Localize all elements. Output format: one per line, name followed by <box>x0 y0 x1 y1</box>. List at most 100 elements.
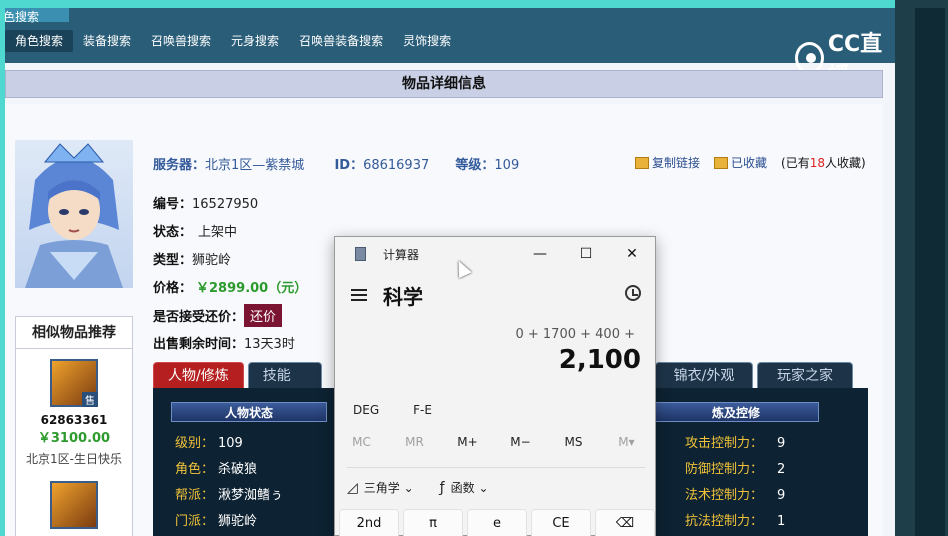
nav-role-search[interactable]: 角色搜索 <box>5 30 74 52</box>
control-label: 法术控制力： <box>685 488 764 503</box>
control-row: 法术控制力： 9 <box>685 484 785 503</box>
detail-tabs: 人物/修炼 技能 <box>153 362 322 388</box>
memory-list-button[interactable]: M▾ <box>600 435 653 449</box>
nav-equipment-search[interactable]: 装备搜索 <box>73 30 141 52</box>
stat-row: 角色： 杀破狼 <box>175 458 257 477</box>
calculator-title: 计算器 <box>383 248 420 262</box>
angle-mode-row: DEG F-E <box>353 403 432 417</box>
triangle-icon: ◿ <box>347 480 358 496</box>
control-value: 2 <box>777 462 786 477</box>
memory-subtract-button[interactable]: M− <box>494 435 547 449</box>
status-section-header: 人物状态 <box>171 402 327 422</box>
avatar-illustration <box>25 143 123 288</box>
function-dropdown[interactable]: ƒ 函数 ⌄ <box>440 479 489 496</box>
sell-badge: 售 <box>82 392 98 407</box>
close-button[interactable]: ✕ <box>609 241 655 267</box>
price-row: 价格： ￥2899.00（元） <box>153 277 307 296</box>
trig-label: 三角学 <box>363 481 400 495</box>
remaining-row: 出售剩余时间：13天3时 <box>153 333 295 352</box>
control-row: 攻击控制力： 9 <box>685 432 785 451</box>
calculator-result: 2,100 <box>558 345 641 375</box>
right-frame-inner <box>915 8 945 536</box>
menu-icon[interactable] <box>351 289 367 301</box>
tab-skills[interactable]: 技能 <box>247 362 322 388</box>
tab-player-home[interactable]: 玩家之家 <box>757 362 853 388</box>
detail-tabs-right: 锦衣/外观 玩家之家 <box>655 362 853 388</box>
calculator-window: 计算器 — ☐ ✕ 科学 0 + 1700 + 400 + 2,100 DEG … <box>334 236 656 536</box>
bargain-label: 是否接受还价： <box>153 310 245 325</box>
backspace-key[interactable]: ⌫ <box>595 509 655 536</box>
maximize-button[interactable]: ☐ <box>563 241 609 267</box>
copy-link-icon <box>635 156 649 169</box>
type-row: 类型：狮驼岭 <box>153 249 231 268</box>
level-value: 109 <box>494 158 520 173</box>
calculator-mode-row: 科学 <box>335 281 657 311</box>
memory-store-button[interactable]: MS <box>547 435 600 449</box>
similar-item-price: ￥3100.00 <box>37 431 111 446</box>
nav-bar: 角色搜索 装备搜索 召唤兽搜索 元身搜索 召唤兽装备搜索 灵饰搜索 <box>5 30 461 52</box>
fav-number: 18 <box>809 156 825 170</box>
id-value: 68616937 <box>363 158 430 173</box>
trig-dropdown[interactable]: ◿ 三角学 ⌄ <box>347 479 414 496</box>
stat-label: 帮派： <box>175 488 215 503</box>
control-label: 攻击控制力： <box>685 436 764 451</box>
pi-key[interactable]: π <box>403 509 463 536</box>
nav-pet-equipment-search[interactable]: 召唤兽装备搜索 <box>289 30 393 52</box>
control-row: 防御控制力： 2 <box>685 458 785 477</box>
similar-items-title: 相似物品推荐 <box>16 317 132 349</box>
fav-suffix: 人收藏) <box>825 156 866 170</box>
status-label: 状态： <box>153 225 193 240</box>
similar-item-thumbnail[interactable]: 售 <box>50 359 98 407</box>
number-value: 16527950 <box>192 197 259 212</box>
server-label: 服务器： <box>153 158 206 173</box>
history-icon[interactable] <box>625 285 641 301</box>
server-value: 北京1区—紫禁城 <box>205 158 305 173</box>
control-section-header: 炼及控修 <box>653 402 819 422</box>
type-label: 类型： <box>153 253 193 268</box>
nav-pet-search[interactable]: 召唤兽搜索 <box>141 30 221 52</box>
function-row: ◿ 三角学 ⌄ ƒ 函数 ⌄ <box>347 479 489 496</box>
memory-row: MC MR M+ M− MS M▾ <box>335 435 657 449</box>
similar-item-server: 北京1区-生日快乐 <box>26 452 122 466</box>
nav-lingshi-search[interactable]: 灵饰搜索 <box>393 30 461 52</box>
minimize-button[interactable]: — <box>517 241 563 267</box>
similar-item-id: 62863361 <box>40 413 108 427</box>
second-key[interactable]: 2nd <box>339 509 399 536</box>
bargain-button[interactable]: 还价 <box>244 304 283 327</box>
memory-clear-button[interactable]: MC <box>335 435 388 449</box>
tab-costume[interactable]: 锦衣/外观 <box>655 362 753 388</box>
control-value: 1 <box>777 514 786 529</box>
server-info: 服务器：北京1区—紫禁城 ID：68616937 等级：109 <box>153 154 519 173</box>
control-value: 9 <box>777 436 786 451</box>
similar-items-panel: 相似物品推荐 售 62863361 ￥3100.00 北京1区-生日快乐 <box>15 316 133 536</box>
id-label: ID： <box>334 158 364 173</box>
remaining-label: 出售剩余时间： <box>153 337 245 352</box>
tab-character[interactable]: 人物/修炼 <box>153 362 244 388</box>
level-label: 等级： <box>455 158 495 173</box>
memory-add-button[interactable]: M+ <box>441 435 494 449</box>
e-key[interactable]: e <box>467 509 527 536</box>
deg-button[interactable]: DEG <box>353 403 379 417</box>
memory-recall-button[interactable]: MR <box>388 435 441 449</box>
favorite-button[interactable]: 已收藏 <box>714 154 767 171</box>
item-actions: 复制链接 已收藏 (已有18人收藏) <box>635 154 866 171</box>
favorite-count: (已有18人收藏) <box>781 154 866 171</box>
stat-row: 级别： 109 <box>175 432 243 451</box>
divider <box>347 467 645 468</box>
price-label: 价格： <box>153 281 193 296</box>
calculator-expression: 0 + 1700 + 400 + <box>515 327 635 342</box>
similar-item[interactable]: 售 62863361 ￥3100.00 北京1区-生日快乐 <box>16 349 132 529</box>
control-label: 防御控制力： <box>685 462 764 477</box>
stat-value: 狮驼岭 <box>218 514 258 529</box>
status-row: 状态： 上架中 <box>153 221 237 240</box>
stat-label: 角色： <box>175 462 215 477</box>
clear-entry-key[interactable]: CE <box>531 509 591 536</box>
function-icon: ƒ <box>439 480 445 496</box>
copy-link-label: 复制链接 <box>652 156 701 170</box>
fe-button[interactable]: F-E <box>413 403 432 417</box>
calculator-titlebar[interactable]: 计算器 — ☐ ✕ <box>335 237 655 271</box>
similar-item-thumbnail-2[interactable] <box>50 481 98 529</box>
copy-link-button[interactable]: 复制链接 <box>635 154 700 171</box>
nav-yuanshen-search[interactable]: 元身搜索 <box>221 30 289 52</box>
status-value: 上架中 <box>198 225 238 240</box>
